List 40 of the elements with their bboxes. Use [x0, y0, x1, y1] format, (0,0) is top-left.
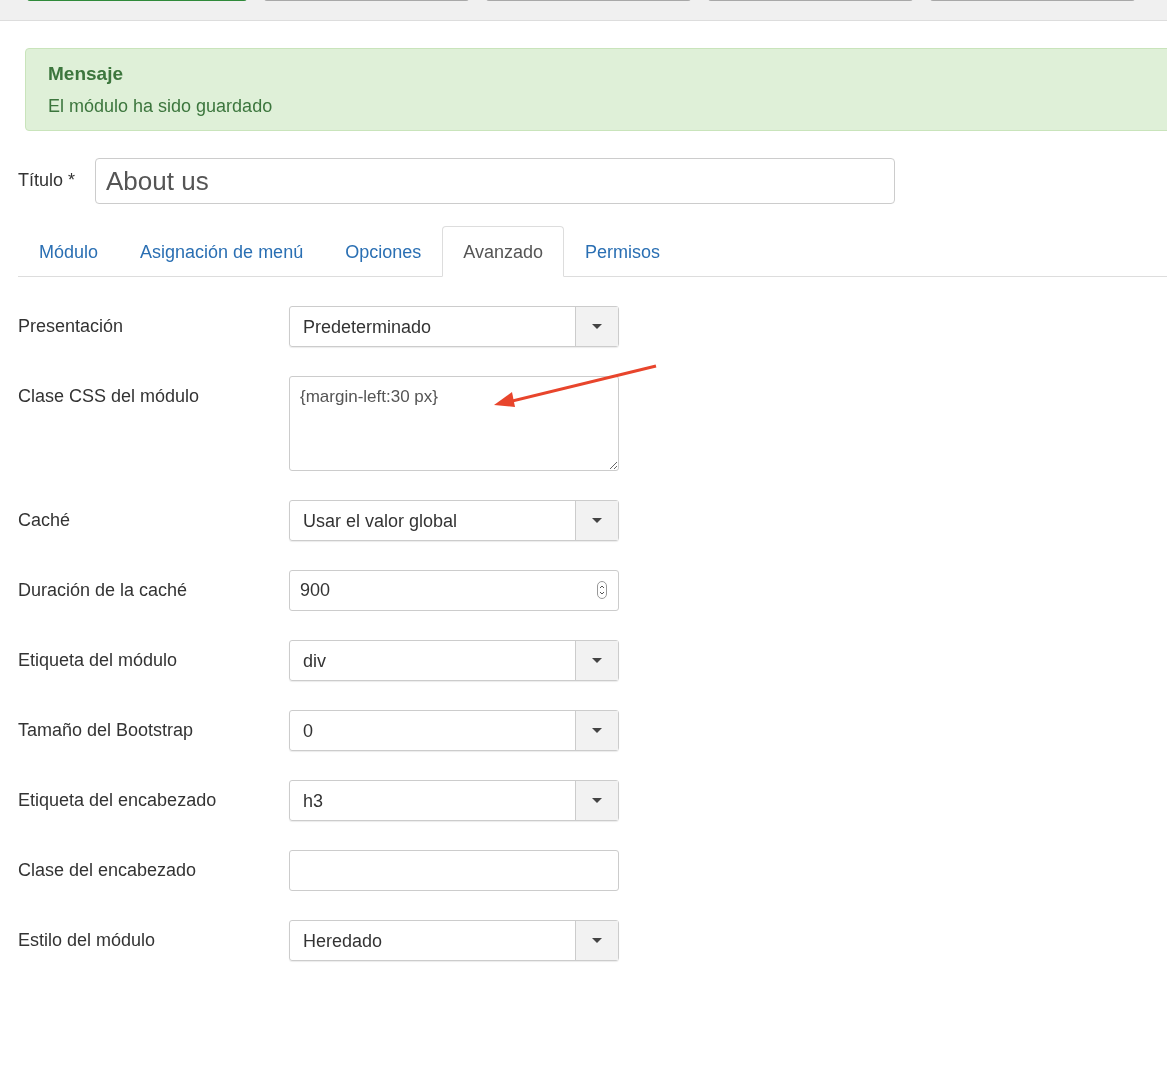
spinner-icon[interactable] — [597, 581, 607, 599]
caret-icon — [591, 323, 603, 330]
field-label: Duración de la caché — [18, 579, 189, 601]
field-label: Etiqueta del módulo — [18, 649, 179, 671]
field-label: Tamaño del Bootstrap — [18, 719, 195, 741]
select-dropdown[interactable]: Heredado — [289, 920, 619, 961]
field-label: Caché — [18, 509, 72, 531]
tab[interactable]: Módulo — [18, 226, 120, 277]
select-value: div — [302, 650, 327, 673]
number-field[interactable]: 900 — [289, 570, 619, 611]
select-dropdown[interactable]: 0 — [289, 710, 619, 751]
field-label: Estilo del módulo — [18, 929, 157, 951]
field-label: Etiqueta del encabezado — [18, 789, 218, 811]
caret-icon — [591, 727, 603, 734]
field-label: Clase del encabezado — [18, 859, 198, 881]
select-dropdown[interactable]: h3 — [289, 780, 619, 821]
select-dropdown[interactable]: div — [289, 640, 619, 681]
caret-icon — [591, 517, 603, 524]
field-label: Clase CSS del módulo — [18, 385, 201, 407]
select-dropdown[interactable]: Predeterminado — [289, 306, 619, 347]
select-value: Predeterminado — [302, 316, 433, 339]
tab[interactable]: Permisos — [563, 226, 681, 277]
caret-icon — [591, 937, 603, 944]
select-value: 0 — [302, 720, 314, 743]
select-value: Heredado — [302, 930, 384, 953]
input-field[interactable] — [289, 850, 619, 891]
alert-text: El módulo ha sido guardado — [48, 96, 274, 117]
field-label: Presentación — [18, 315, 125, 337]
caret-icon — [591, 797, 603, 804]
textarea-field[interactable]: {margin-left:30 px} — [289, 376, 619, 471]
alert-heading: Mensaje — [48, 63, 124, 85]
field-label: Título * — [18, 169, 76, 191]
caret-icon — [591, 657, 603, 664]
select-value: h3 — [302, 790, 325, 813]
select-value: Usar el valor global — [302, 510, 459, 533]
tab[interactable]: Opciones — [324, 226, 443, 277]
tab[interactable]: Asignación de menú — [119, 226, 325, 277]
title-input[interactable]: About us — [95, 158, 896, 204]
tab[interactable]: Avanzado — [442, 226, 564, 277]
select-dropdown[interactable]: Usar el valor global — [289, 500, 619, 541]
